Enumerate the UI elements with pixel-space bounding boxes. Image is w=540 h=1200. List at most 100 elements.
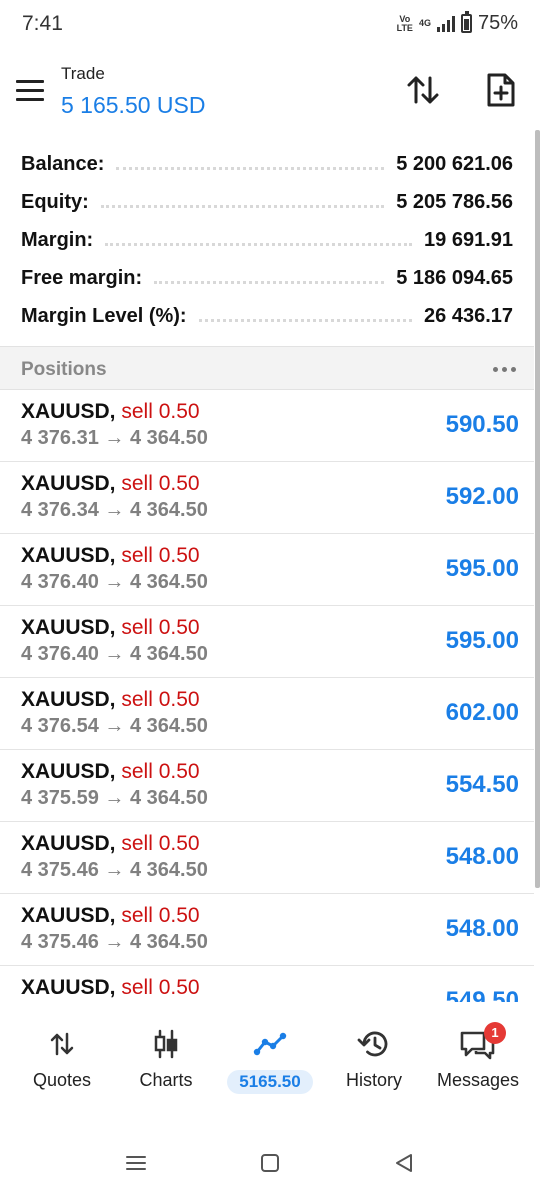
position-row[interactable]: XAUUSD, sell 0.50 4 375.46 → 4 364.50 54… [0, 822, 534, 894]
arrow-icon: → [104, 859, 125, 881]
current-price: 4 364.50 [129, 715, 208, 737]
positions-title: Positions [21, 359, 107, 380]
position-symbol: XAUUSD, [21, 472, 116, 495]
network-type: 4G [418, 18, 431, 28]
more-options-icon[interactable] [493, 367, 516, 372]
open-price: 4 375.46 [21, 859, 99, 881]
back-icon[interactable] [393, 1152, 415, 1179]
arrow-icon: → [104, 571, 125, 593]
account-summary: Balance: 5 200 621.06 Equity: 5 205 786.… [0, 145, 534, 335]
positions-header: Positions [0, 346, 534, 390]
position-side: sell 0.50 [121, 400, 200, 423]
open-price: 4 376.34 [21, 499, 99, 521]
open-price: 4 376.40 [21, 643, 99, 665]
trade-nav-label: 5165.50 [227, 1070, 313, 1094]
battery-icon [460, 11, 472, 33]
position-side: sell 0.50 [121, 688, 200, 711]
system-navigation [0, 1140, 540, 1190]
current-price: 4 364.50 [129, 931, 208, 953]
current-price: 4 364.50 [129, 643, 208, 665]
position-side: sell 0.50 [121, 976, 200, 999]
position-side: sell 0.50 [121, 904, 200, 927]
bottom-navigation: Quotes Charts 5165.50 History 1 Messages [0, 1002, 540, 1112]
position-profit: 592.00 [445, 483, 519, 510]
position-symbol: XAUUSD, [21, 688, 116, 711]
position-side: sell 0.50 [121, 832, 200, 855]
arrow-icon: → [104, 715, 125, 737]
position-symbol: XAUUSD, [21, 400, 116, 423]
position-symbol: XAUUSD, [21, 616, 116, 639]
summary-row-margin: Margin: 19 691.91 [21, 228, 513, 251]
summary-row-balance: Balance: 5 200 621.06 [21, 152, 513, 175]
position-symbol: XAUUSD, [21, 544, 116, 567]
new-order-icon[interactable] [481, 70, 521, 110]
open-price: 4 376.54 [21, 715, 99, 737]
arrow-icon: → [104, 787, 125, 809]
position-profit: 595.00 [445, 627, 519, 654]
position-row[interactable]: XAUUSD, sell 0.50 4 376.40 → 4 364.50 59… [0, 534, 534, 606]
status-time: 7:41 [22, 12, 63, 35]
messages-icon: 1 [424, 1022, 532, 1064]
arrow-icon: → [104, 643, 125, 665]
nav-quotes[interactable]: Quotes [8, 1024, 116, 1091]
summary-row-free-margin: Free margin: 5 186 094.65 [21, 266, 513, 289]
app-header: Trade 5 165.50 USD [0, 58, 540, 128]
position-symbol: XAUUSD, [21, 976, 116, 999]
recent-apps-icon[interactable] [125, 1152, 147, 1179]
current-price: 4 364.50 [129, 427, 208, 449]
sort-icon[interactable] [403, 70, 443, 110]
battery-percent: 75% [477, 12, 518, 34]
position-row[interactable]: XAUUSD, sell 0.50 4 376.40 → 4 364.50 59… [0, 606, 534, 678]
summary-row-margin-level: Margin Level (%): 26 436.17 [21, 304, 513, 327]
arrow-icon: → [104, 931, 125, 953]
nav-trade[interactable]: 5165.50 [216, 1024, 324, 1094]
open-price: 4 375.46 [21, 931, 99, 953]
position-profit: 595.00 [445, 555, 519, 582]
position-row[interactable]: XAUUSD, sell 0.50 549.50 [0, 966, 534, 1002]
position-row[interactable]: XAUUSD, sell 0.50 4 376.34 → 4 364.50 59… [0, 462, 534, 534]
current-price: 4 364.50 [129, 499, 208, 521]
header-balance: 5 165.50 USD [61, 92, 206, 118]
position-row[interactable]: XAUUSD, sell 0.50 4 376.31 → 4 364.50 59… [0, 390, 534, 462]
nav-charts[interactable]: Charts [112, 1024, 220, 1091]
current-price: 4 364.50 [129, 787, 208, 809]
open-price: 4 375.59 [21, 787, 99, 809]
nav-messages[interactable]: 1 Messages [424, 1022, 532, 1091]
trade-icon [216, 1024, 324, 1064]
position-row[interactable]: XAUUSD, sell 0.50 4 375.59 → 4 364.50 55… [0, 750, 534, 822]
home-icon[interactable] [259, 1152, 281, 1179]
open-price: 4 376.31 [21, 427, 99, 449]
position-symbol: XAUUSD, [21, 832, 116, 855]
positions-list: XAUUSD, sell 0.50 4 376.31 → 4 364.50 59… [0, 390, 534, 1002]
position-profit: 548.00 [445, 843, 519, 870]
position-profit: 548.00 [445, 915, 519, 942]
charts-icon [112, 1024, 220, 1064]
summary-row-equity: Equity: 5 205 786.56 [21, 190, 513, 213]
menu-icon[interactable] [16, 80, 44, 102]
status-indicators: Vo LTE 4G 75% [396, 11, 518, 35]
arrow-icon: → [104, 427, 125, 449]
position-profit: 549.50 [445, 987, 519, 1002]
quotes-icon [8, 1024, 116, 1064]
current-price: 4 364.50 [129, 571, 208, 593]
status-bar: 7:41 Vo LTE 4G 75% [0, 0, 540, 50]
volte-icon: Vo LTE [396, 13, 413, 33]
history-icon [320, 1024, 428, 1064]
position-row[interactable]: XAUUSD, sell 0.50 4 376.54 → 4 364.50 60… [0, 678, 534, 750]
current-price: 4 364.50 [129, 859, 208, 881]
open-price: 4 376.40 [21, 571, 99, 593]
signal-icon [436, 15, 455, 32]
position-profit: 590.50 [445, 411, 519, 438]
position-side: sell 0.50 [121, 760, 200, 783]
notification-badge: 1 [484, 1022, 506, 1044]
position-row[interactable]: XAUUSD, sell 0.50 4 375.46 → 4 364.50 54… [0, 894, 534, 966]
scrollbar[interactable] [535, 130, 540, 888]
position-side: sell 0.50 [121, 544, 200, 567]
position-profit: 554.50 [445, 771, 519, 798]
position-side: sell 0.50 [121, 616, 200, 639]
position-symbol: XAUUSD, [21, 760, 116, 783]
position-profit: 602.00 [445, 699, 519, 726]
page-title: Trade [61, 64, 105, 83]
nav-history[interactable]: History [320, 1024, 428, 1091]
position-side: sell 0.50 [121, 472, 200, 495]
